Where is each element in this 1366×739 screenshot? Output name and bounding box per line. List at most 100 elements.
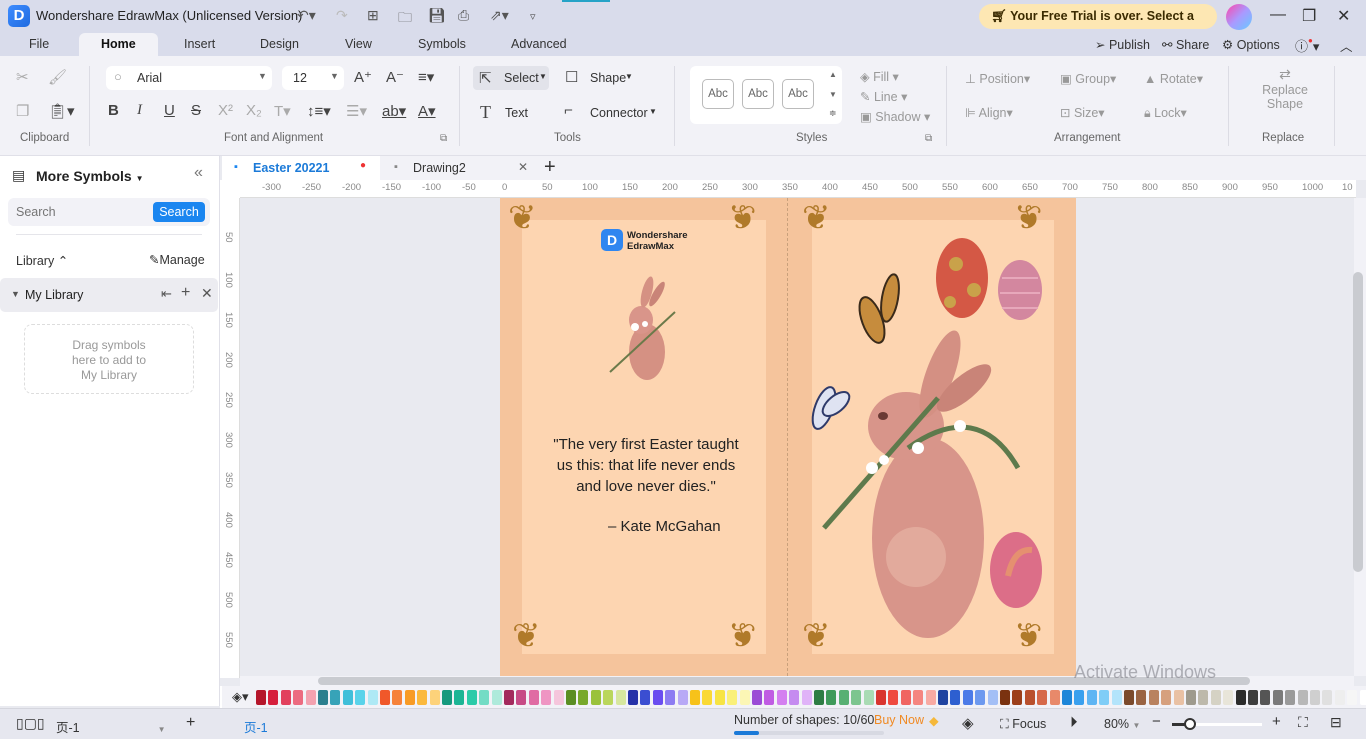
- font-family-select[interactable]: ○ Arial ▼: [106, 66, 272, 90]
- page-select[interactable]: 页-1 ▼: [56, 717, 166, 736]
- color-swatch[interactable]: [1297, 690, 1308, 705]
- close-window-icon[interactable]: ✕: [1337, 6, 1350, 26]
- lock-button[interactable]: 🔒︎ Lock▾: [1144, 105, 1187, 121]
- color-swatch[interactable]: [404, 690, 415, 705]
- increase-font-icon[interactable]: A⁺: [354, 68, 372, 86]
- color-swatch[interactable]: [1248, 690, 1258, 705]
- color-swatch[interactable]: [553, 690, 564, 705]
- align-button[interactable]: ⊫ Align▾: [965, 105, 1013, 120]
- copy-icon[interactable]: ❐: [16, 102, 29, 120]
- color-swatch[interactable]: [293, 690, 304, 705]
- color-swatch[interactable]: [1074, 690, 1085, 705]
- customize-toolbar-icon[interactable]: ▿: [530, 10, 536, 23]
- fullscreen-icon[interactable]: ⛶: [1298, 714, 1308, 731]
- color-swatch[interactable]: [838, 690, 849, 705]
- size-button[interactable]: ⊡ Size▾: [1060, 105, 1105, 120]
- color-swatch[interactable]: [789, 690, 800, 705]
- color-swatch[interactable]: [913, 690, 924, 705]
- color-swatch[interactable]: [590, 690, 601, 705]
- color-swatch[interactable]: [714, 690, 725, 705]
- export-icon[interactable]: ⇗▾: [490, 7, 509, 24]
- color-swatch[interactable]: [491, 690, 502, 705]
- color-swatch[interactable]: [863, 690, 874, 705]
- card-right-page[interactable]: ❦ ❦ ❦ ❦: [788, 198, 1076, 676]
- color-swatch[interactable]: [541, 690, 552, 705]
- color-swatch[interactable]: [603, 690, 614, 705]
- color-swatch[interactable]: [727, 690, 738, 705]
- select-tool-button[interactable]: ⇱ Select ▼: [473, 66, 549, 90]
- play-icon[interactable]: ⏵: [1070, 714, 1078, 731]
- color-swatch[interactable]: [318, 690, 328, 705]
- color-swatch[interactable]: [1037, 690, 1048, 705]
- color-swatch[interactable]: [1260, 690, 1271, 705]
- color-swatch[interactable]: [950, 690, 961, 705]
- connector-tool-button[interactable]: ⌐ Connector ▼: [564, 101, 664, 125]
- color-swatch[interactable]: [466, 690, 477, 705]
- minimize-icon[interactable]: —: [1270, 6, 1286, 24]
- color-swatch[interactable]: [479, 690, 490, 705]
- color-swatch[interactable]: [615, 690, 626, 705]
- restore-icon[interactable]: ❐: [1302, 6, 1316, 26]
- dialog-launcher-icon[interactable]: ⧉: [925, 133, 932, 144]
- import-icon[interactable]: ⇤: [161, 286, 172, 302]
- zoom-slider-handle[interactable]: [1184, 718, 1196, 730]
- color-swatch[interactable]: [764, 690, 775, 705]
- color-swatch[interactable]: [1223, 690, 1234, 705]
- color-swatch[interactable]: [1359, 690, 1366, 705]
- fill-bucket-icon[interactable]: ◈▾: [232, 689, 249, 705]
- free-trial-banner[interactable]: 🛒︎ Your Free Trial is over. Select a Pla…: [979, 4, 1217, 48]
- color-swatch[interactable]: [1124, 690, 1134, 705]
- scroll-up-icon[interactable]: ▲: [829, 70, 837, 79]
- color-swatch[interactable]: [801, 690, 812, 705]
- tab-home[interactable]: Home: [79, 33, 158, 56]
- collapse-sidebar-icon[interactable]: «: [194, 164, 203, 182]
- save-icon[interactable]: 💾︎: [428, 7, 446, 24]
- page-tab[interactable]: 页-1: [244, 717, 268, 736]
- tab-view[interactable]: View: [345, 37, 372, 51]
- color-swatch[interactable]: [355, 690, 366, 705]
- position-button[interactable]: ⊥ Position▾: [965, 71, 1030, 86]
- tab-insert[interactable]: Insert: [184, 37, 215, 51]
- underline-icon[interactable]: U: [164, 102, 175, 119]
- color-swatch[interactable]: [1186, 690, 1196, 705]
- cut-icon[interactable]: ✂: [16, 68, 29, 86]
- color-swatch[interactable]: [256, 690, 266, 705]
- library-toggle[interactable]: Library ⌃: [16, 253, 68, 268]
- symbol-search-input[interactable]: [12, 200, 148, 224]
- font-color-icon[interactable]: A▾: [418, 102, 436, 120]
- color-swatch[interactable]: [702, 690, 713, 705]
- line-button[interactable]: ✎ Line ▾: [860, 89, 907, 104]
- decrease-font-icon[interactable]: A⁻: [386, 68, 404, 86]
- manage-button[interactable]: ✎Manage: [149, 252, 205, 267]
- color-swatch[interactable]: [330, 690, 341, 705]
- bold-icon[interactable]: B: [108, 102, 119, 119]
- color-swatch[interactable]: [1062, 690, 1072, 705]
- color-swatch[interactable]: [1024, 690, 1035, 705]
- color-swatch[interactable]: [1334, 690, 1345, 705]
- color-swatch[interactable]: [305, 690, 316, 705]
- color-swatch[interactable]: [975, 690, 986, 705]
- color-swatch[interactable]: [342, 690, 353, 705]
- my-library-header[interactable]: ▼ My Library ⇤ + ✕: [0, 278, 218, 312]
- color-swatch[interactable]: [776, 690, 787, 705]
- zoom-out-icon[interactable]: −: [1152, 713, 1161, 730]
- close-icon[interactable]: ✕: [201, 285, 213, 302]
- color-swatch[interactable]: [380, 690, 390, 705]
- color-swatch[interactable]: [962, 690, 973, 705]
- color-swatch[interactable]: [516, 690, 527, 705]
- doc-tab-drawing2[interactable]: ▪ Drawing2 ✕: [382, 156, 540, 180]
- color-swatch[interactable]: [987, 690, 998, 705]
- fit-width-icon[interactable]: ⊟: [1330, 714, 1342, 731]
- color-swatch[interactable]: [1000, 690, 1010, 705]
- color-swatch[interactable]: [628, 690, 638, 705]
- color-swatch[interactable]: [1235, 690, 1246, 705]
- color-swatch[interactable]: [739, 690, 750, 705]
- color-swatch[interactable]: [690, 690, 700, 705]
- focus-button[interactable]: ⛶ Focus: [1000, 717, 1046, 732]
- bullet-list-icon[interactable]: ☰▾: [346, 102, 367, 120]
- color-swatch[interactable]: [454, 690, 465, 705]
- color-swatch[interactable]: [752, 690, 762, 705]
- layers-icon[interactable]: ◈: [962, 714, 974, 732]
- color-swatch[interactable]: [1049, 690, 1060, 705]
- library-drop-zone[interactable]: Drag symbols here to add to My Library: [24, 324, 194, 394]
